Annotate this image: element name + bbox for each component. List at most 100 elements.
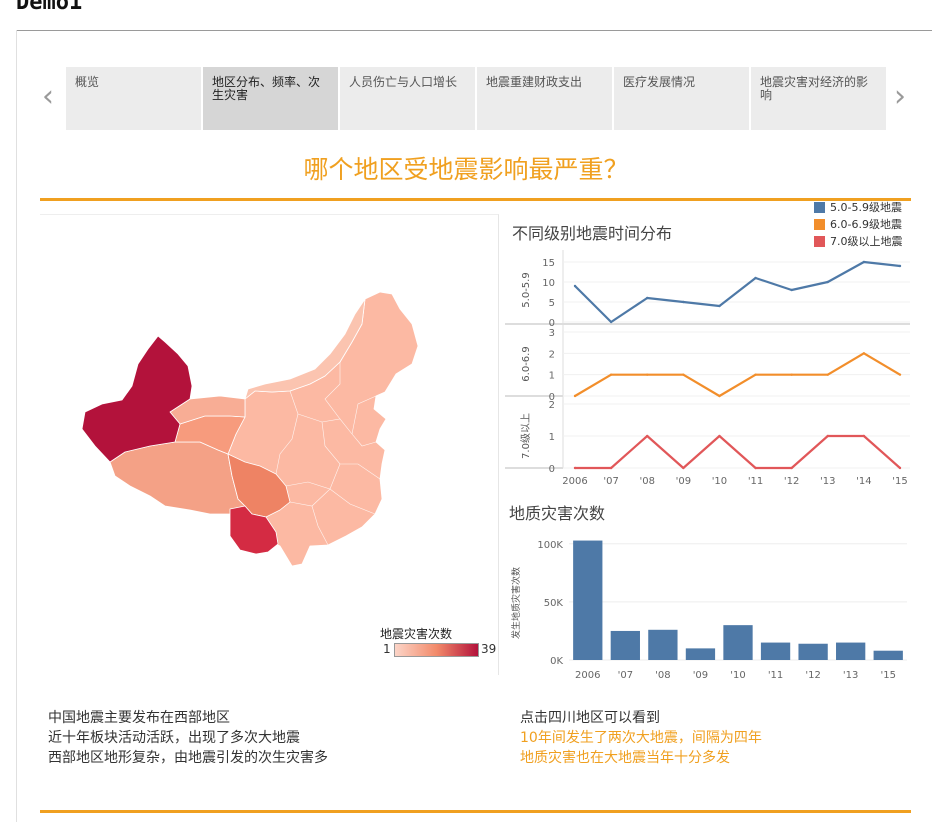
y-tick-label: 2 (549, 349, 555, 360)
main-heading: 哪个地区受地震影响最严重？ (303, 155, 629, 184)
tab-medical[interactable]: 医疗发展情况 (614, 67, 749, 130)
series-legend: 5.0-5.9级地震 6.0-6.9级地震 7.0级以上地震 (814, 201, 903, 252)
next-arrow-icon[interactable]: › (894, 82, 906, 112)
map-legend-min: 1 (383, 642, 391, 656)
y-tick-label: 50K (544, 598, 564, 609)
data-point (898, 373, 902, 376)
x-tick-label: '08 (655, 670, 670, 681)
data-point (573, 284, 577, 288)
prev-arrow-icon[interactable]: ‹ (42, 82, 54, 112)
y-tick-label: 100K (537, 540, 563, 551)
story-tabs: 概览 地区分布、频率、次生灾害 人员伤亡与人口增长 地震重建财政支出 医疗发展情… (66, 67, 886, 130)
line-chart-title: 不同级别地震时间分布 (512, 224, 673, 243)
bar (573, 540, 603, 660)
data-point (898, 264, 902, 268)
note-line: 中国地震主要发布在西部地区 (48, 710, 230, 726)
y-tick-label: 1 (549, 432, 555, 443)
y-tick-label: 15 (542, 258, 555, 269)
tab-distribution[interactable]: 地区分布、频率、次生灾害 (203, 67, 338, 130)
data-point (790, 288, 793, 292)
data-point (573, 394, 577, 398)
data-point (682, 373, 685, 376)
data-point (682, 466, 685, 470)
bar (723, 625, 753, 660)
footer-divider (40, 810, 911, 813)
data-point (573, 466, 577, 470)
data-point (754, 466, 757, 470)
data-point (826, 280, 829, 284)
note-highlight: 10年间发生了两次大地震，间隔为四年 (520, 730, 762, 746)
data-point (609, 373, 613, 376)
tab-overview[interactable]: 概览 (66, 67, 201, 130)
y-tick-label: 10 (542, 278, 555, 289)
legend-item-5[interactable]: 5.0-5.9级地震 (814, 201, 903, 214)
x-tick-label: '11 (748, 476, 763, 487)
data-point (609, 320, 613, 324)
earthquake-line-chart: 1510505.0-5.932106.0-6.92107.0级以上2006'07… (505, 250, 910, 487)
data-point (718, 394, 721, 398)
data-point (826, 434, 829, 438)
legend-swatch-blue (814, 202, 825, 213)
bar (760, 642, 791, 660)
x-tick-label: '10 (730, 670, 745, 681)
x-tick-label: '15 (880, 670, 895, 681)
series-line-1 (574, 260, 901, 324)
data-point (898, 466, 902, 470)
row-label: 6.0-6.9 (521, 346, 532, 381)
legend-item-6[interactable]: 6.0-6.9级地震 (814, 218, 903, 231)
notes-right: 点击四川地区可以看到 10年间发生了两次大地震，间隔为四年 地质灾害也在大地震当… (520, 708, 762, 768)
data-point (646, 373, 649, 376)
bar (798, 643, 828, 660)
y-tick-label: 5 (549, 298, 555, 309)
row-label: 7.0级以上 (520, 413, 532, 459)
dashboard-left-border (16, 30, 17, 822)
tab-economy[interactable]: 地震灾害对经济的影响 (751, 67, 886, 130)
bar (873, 650, 903, 660)
data-point (718, 434, 721, 438)
series-line-3 (575, 434, 901, 470)
legend-label: 5.0-5.9级地震 (830, 201, 902, 214)
tab-reconstruction[interactable]: 地震重建财政支出 (477, 67, 612, 130)
x-tick-label: '11 (768, 670, 783, 681)
row-label: 5.0-5.9 (521, 272, 532, 307)
x-tick-label: '15 (892, 476, 907, 487)
x-tick-label: '10 (712, 476, 727, 487)
data-point (826, 373, 829, 376)
data-point (862, 260, 866, 264)
legend-label: 7.0级以上地震 (830, 235, 903, 248)
x-tick-label: '12 (805, 670, 820, 681)
x-tick-label: '13 (820, 476, 835, 487)
geo-disaster-bar-chart: 100K 50K 0K 发生地质灾害次数 2006 '07 '08 '09 '10 '11 '12 '… (510, 540, 907, 681)
x-tick-label: '07 (618, 670, 633, 681)
bar (648, 629, 678, 660)
y-axis-label: 发生地质灾害次数 (510, 567, 522, 639)
data-point (754, 276, 757, 280)
tab-casualties[interactable]: 人员伤亡与人口增长 (340, 67, 475, 130)
x-tick-label: '07 (603, 476, 618, 487)
page-title: Demo1 (16, 0, 83, 15)
note-line: 西部地区地形复杂，由地震引发的次生灾害多 (48, 750, 328, 766)
data-point (682, 300, 685, 304)
data-point (718, 304, 721, 308)
data-point (646, 434, 649, 438)
bar (685, 648, 716, 660)
x-tick-label: '14 (856, 476, 871, 487)
note-line: 点击四川地区可以看到 (520, 710, 660, 726)
y-tick-label: 3 (549, 328, 555, 339)
x-tick-label: 2006 (575, 670, 600, 681)
note-highlight: 地质灾害也在大地震当年十分多发 (520, 750, 730, 766)
y-tick-label: 0K (550, 656, 563, 667)
title-divider (16, 30, 932, 31)
legend-item-7[interactable]: 7.0级以上地震 (814, 235, 903, 248)
map-legend-title: 地震灾害次数 (380, 627, 453, 641)
x-tick-label: '09 (676, 476, 691, 487)
bar-chart-title: 地质灾害次数 (509, 504, 606, 523)
x-tick-label: '09 (693, 670, 708, 681)
data-point (754, 373, 757, 376)
y-tick-label: 1 (549, 371, 555, 382)
x-tick-label: 2006 (562, 476, 587, 487)
y-tick-label: 2 (549, 400, 555, 411)
x-tick-label: '12 (784, 476, 799, 487)
china-choropleth-map (81, 291, 419, 567)
data-point (862, 434, 866, 438)
